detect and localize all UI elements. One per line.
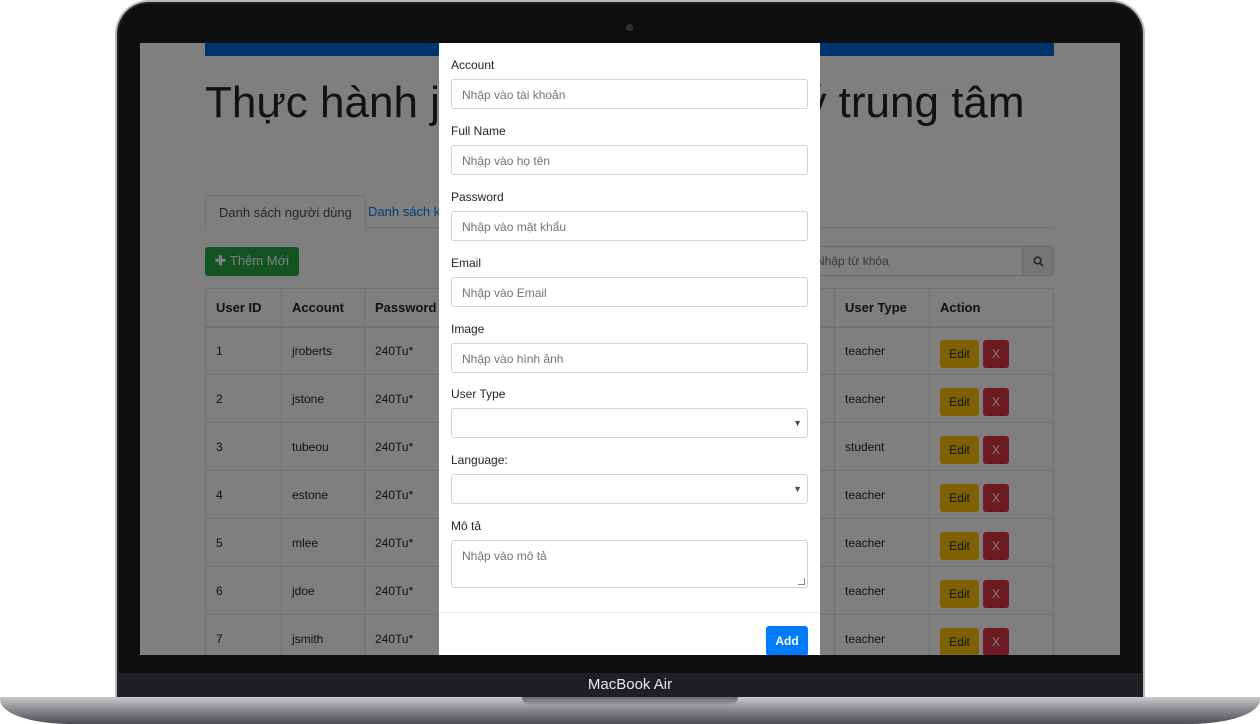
email-label: Email	[451, 256, 482, 270]
camera-icon	[626, 24, 633, 31]
resize-handle-icon[interactable]	[798, 578, 805, 585]
chevron-down-icon: ▼	[793, 418, 802, 428]
password-input[interactable]: Nhập vào mật khẩu	[451, 211, 808, 241]
description-label: Mô tả	[451, 519, 482, 533]
usertype-select[interactable]: ▼	[451, 408, 808, 438]
image-input[interactable]: Nhập vào hình ảnh	[451, 343, 808, 373]
description-textarea[interactable]: Nhập vào mô tả	[451, 540, 808, 588]
add-user-modal: Account Nhập vào tài khoản Full Name Nhậ…	[439, 43, 820, 655]
account-input[interactable]: Nhập vào tài khoản	[451, 79, 808, 109]
language-select[interactable]: ▼	[451, 474, 808, 504]
laptop-notch	[522, 697, 738, 705]
add-button[interactable]: Add	[766, 626, 808, 655]
email-input[interactable]: Nhập vào Email	[451, 277, 808, 307]
language-label: Language:	[451, 453, 508, 467]
fullname-input[interactable]: Nhập vào họ tên	[451, 145, 808, 175]
modal-footer-divider	[439, 612, 820, 613]
fullname-label: Full Name	[451, 124, 506, 138]
description-placeholder: Nhập vào mô tả	[462, 549, 547, 563]
device-label: MacBook Air	[587, 676, 673, 693]
chevron-down-icon: ▼	[793, 484, 802, 494]
password-label: Password	[451, 190, 504, 204]
image-label: Image	[451, 322, 485, 336]
account-label: Account	[451, 58, 495, 72]
usertype-label: User Type	[451, 387, 506, 401]
laptop-screen: Thực hành java - Dự án quản lý trung tâm…	[140, 43, 1120, 655]
